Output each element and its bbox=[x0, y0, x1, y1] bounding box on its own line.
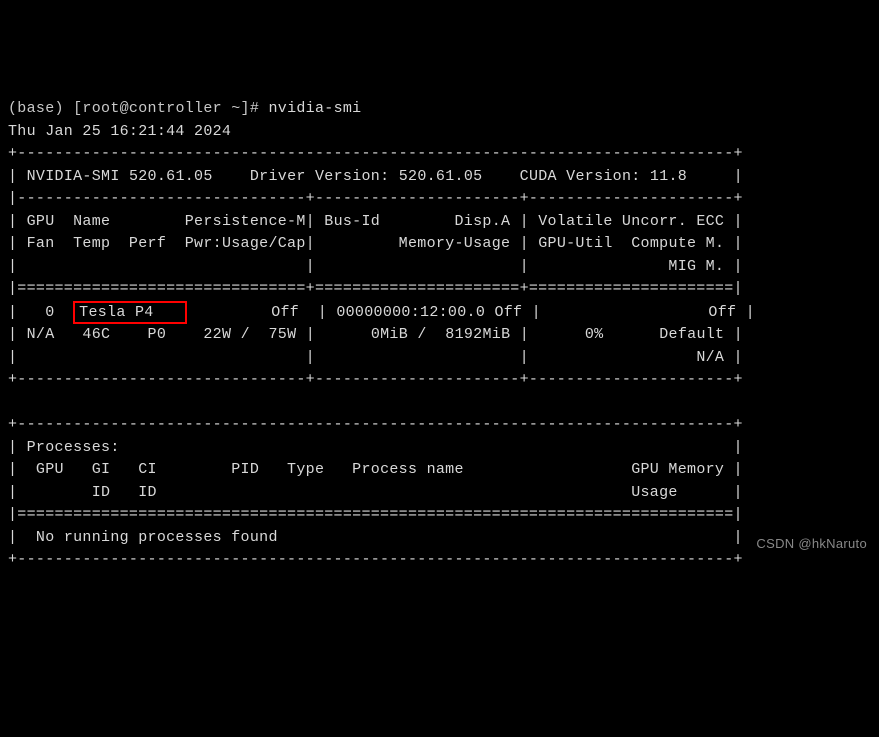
no-processes: No running processes found bbox=[17, 529, 277, 546]
col-header: GPU-Util Compute M. bbox=[538, 235, 724, 252]
processes-header2: ID ID Usage bbox=[17, 484, 724, 501]
gpu-perf: P0 bbox=[148, 326, 167, 343]
gpu-mem-total: 8192MiB bbox=[445, 326, 510, 343]
col-header: MIG M. bbox=[668, 258, 724, 275]
env-prefix: (base) bbox=[8, 100, 64, 117]
driver-version: 520.61.05 bbox=[399, 168, 483, 185]
gpu-temp: 46C bbox=[82, 326, 110, 343]
gpu-pwr-cap: 75W bbox=[269, 326, 297, 343]
gpu-disp-a: Off bbox=[494, 304, 522, 321]
user-host: [root@controller ~]# bbox=[73, 100, 259, 117]
gpu-fan: N/A bbox=[27, 326, 55, 343]
gpu-compute-m: Default bbox=[659, 326, 724, 343]
smi-version: 520.61.05 bbox=[129, 168, 213, 185]
processes-title: Processes: bbox=[27, 439, 120, 456]
gpu-bus-id: 00000000:12:00.0 bbox=[336, 304, 485, 321]
gpu-util: 0% bbox=[585, 326, 604, 343]
cuda-version: 11.8 bbox=[650, 168, 687, 185]
cuda-label: CUDA Version: bbox=[520, 168, 641, 185]
gpu-name: Tesla P4 bbox=[79, 304, 153, 321]
gpu-pwr-usage: 22W bbox=[203, 326, 231, 343]
gpu-ecc: Off bbox=[708, 304, 736, 321]
gpu-name-highlight: Tesla P4 bbox=[73, 301, 187, 325]
driver-label: Driver Version: bbox=[250, 168, 390, 185]
smi-label: NVIDIA-SMI bbox=[27, 168, 120, 185]
col-header: GPU Name Persistence-M bbox=[27, 213, 306, 230]
col-header: Fan Temp Perf Pwr:Usage/Cap bbox=[27, 235, 306, 252]
gpu-persistence: Off bbox=[271, 304, 299, 321]
terminal-output: (base) [root@controller ~]# nvidia-smi T… bbox=[8, 98, 871, 572]
gpu-mem-used: 0MiB bbox=[371, 326, 408, 343]
col-header: Memory-Usage bbox=[315, 235, 510, 252]
watermark: CSDN @hkNaruto bbox=[756, 534, 867, 554]
col-header: Volatile Uncorr. ECC bbox=[538, 213, 724, 230]
gpu-id: 0 bbox=[45, 304, 54, 321]
command: nvidia-smi bbox=[268, 100, 361, 117]
col-header: Bus-Id Disp.A bbox=[324, 213, 510, 230]
timestamp: Thu Jan 25 16:21:44 2024 bbox=[8, 123, 231, 140]
processes-header1: GPU GI CI PID Type Process name GPU Memo… bbox=[17, 461, 724, 478]
gpu-mig-m: N/A bbox=[696, 349, 724, 366]
